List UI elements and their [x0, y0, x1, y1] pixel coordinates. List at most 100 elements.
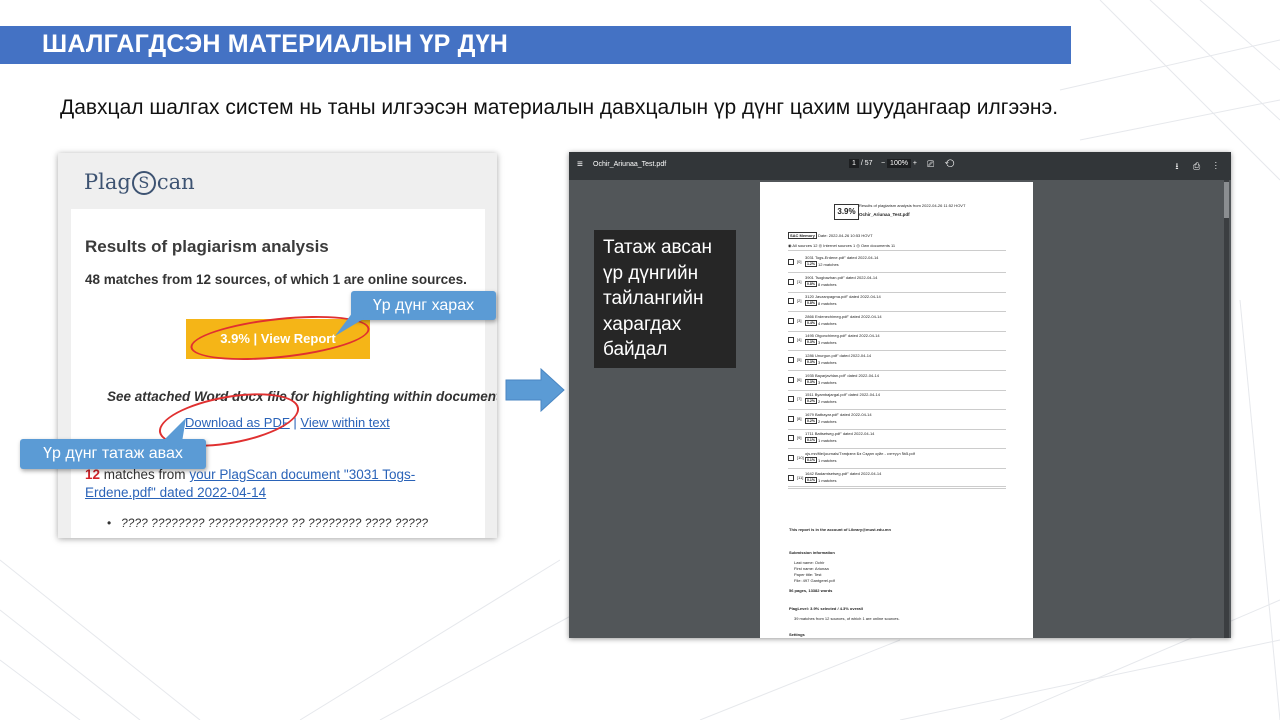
source-name: 1495 Otgonchimeg.pdf" dated 2022-04-14 — [805, 333, 880, 339]
source-match-count: 3 matches — [818, 360, 837, 365]
plag-detail: 39 matches from 12 sources, of which 1 a… — [794, 616, 900, 621]
account-line: This report is in the account of Library… — [789, 527, 891, 532]
source-percent: 0.2% — [805, 398, 817, 405]
source-checkbox[interactable] — [788, 415, 794, 422]
source-match-count: 1 matches — [818, 458, 837, 463]
source-percent: 1.2% — [805, 261, 817, 267]
matches-text: 12 matches from your PlagScan document "… — [85, 466, 475, 502]
email-card: Results of plagiarism analysis 48 matche… — [71, 209, 497, 538]
submission-heading: Submission information — [789, 550, 835, 555]
settings-heading: Settings — [789, 632, 805, 637]
separator — [788, 311, 1006, 313]
source-number: [11] — [797, 474, 804, 480]
source-number: [0] — [797, 259, 802, 264]
source-percent: 0.2% — [805, 417, 817, 424]
source-item[interactable]: [6] 1935 Bayarjavhlan.pdf" dated 2022-04-… — [788, 373, 1006, 391]
source-item[interactable]: [0] 3031 Togs-Erdene.pdf" dated 2022-04-1… — [788, 255, 1006, 273]
sources-filter-row: ◉ All sources 12 ◎ Internet sources 1 ◎ … — [788, 243, 896, 248]
source-checkbox[interactable] — [788, 396, 794, 403]
source-checkbox[interactable] — [788, 357, 794, 363]
matches-from: matches from — [100, 467, 190, 482]
separator — [788, 448, 1006, 450]
source-number: [4] — [797, 337, 802, 343]
source-checkbox[interactable] — [788, 474, 794, 481]
source-name: ojs.mn/file/journals/Тэнфэнэ Бэ Сэдэн зү… — [805, 451, 915, 456]
view-result-callout-pointer — [335, 312, 365, 336]
separator — [788, 487, 1006, 489]
source-checkbox[interactable] — [788, 317, 794, 324]
separator — [788, 389, 1006, 391]
source-checkbox[interactable] — [788, 337, 794, 344]
source-match-count: 2 matches — [818, 418, 837, 424]
submission-line: File: 497 Gantgerel.pdf — [794, 578, 835, 583]
view-result-callout: Үр дүнг харах — [351, 291, 496, 320]
source-item[interactable]: [3] 2866 Erdenechimeg.pdf" dated 2022-04-… — [788, 314, 1006, 332]
source-match-count: 4 matches — [818, 320, 837, 326]
zoom-level[interactable]: 100% — [887, 159, 911, 168]
separator — [788, 350, 1006, 352]
zoom-in-button[interactable]: + — [913, 160, 917, 167]
source-item[interactable]: [8] 1679 Batbayar.pdf" dated 2022-04-14 0.… — [788, 412, 1006, 430]
viewer-note-line: тайлангийн — [603, 288, 704, 309]
attached-note: See attached Word docx file for highligh… — [107, 389, 497, 404]
source-name: 3031 Togs-Erdene.pdf" dated 2022-04-14 — [805, 255, 879, 260]
logo-text-start: Plag — [84, 170, 131, 194]
page-total: / 57 — [860, 160, 873, 167]
separator — [788, 428, 1006, 430]
source-percent: 0.1% — [805, 476, 817, 483]
fit-rotate-icons[interactable]: ⎚ ⟲ — [927, 159, 958, 170]
source-item[interactable]: [1] 3901 Tsogbazhan.pdf" dated 2022-04-14… — [788, 275, 1006, 293]
page-subtitle: Давхцал шалгах систем нь таны илгээсэн м… — [60, 96, 1059, 119]
source-checkbox[interactable] — [788, 376, 794, 383]
logo-text-end: can — [156, 170, 195, 194]
source-item[interactable]: [10] ojs.mn/file/journals/Тэнфэнэ Бэ Сэдэ… — [788, 451, 1006, 469]
logo-magnifier-s: S — [131, 171, 156, 195]
download-result-callout-pointer — [162, 418, 186, 442]
submission-line: First name: Ariunaa — [794, 566, 829, 571]
source-checkbox[interactable] — [788, 455, 794, 461]
source-item[interactable]: [4] 1495 Otgonchimeg.pdf" dated 2022-04-1… — [788, 333, 1006, 351]
source-number: [7] — [797, 396, 802, 402]
source-item[interactable]: [5] 1286 Unurgun.pdf" dated 2022-04-14 0.3… — [788, 353, 1006, 371]
results-line: Results of plagiarism analysis from 2022… — [859, 203, 966, 208]
pdf-scroll-thumb[interactable] — [1224, 182, 1229, 218]
source-name: 1935 Bayarjavhlan.pdf" dated 2022-04-14 — [805, 372, 879, 378]
source-number: [5] — [797, 357, 802, 362]
menu-icon[interactable]: ≡ — [577, 159, 583, 170]
date-row: SAC Memory Date: 2022-04-26 10:53 HOVT — [788, 232, 873, 239]
separator — [788, 409, 1006, 411]
source-item[interactable]: [2] 3120 Javzanpagma.pdf" dated 2022-04-1… — [788, 294, 1006, 312]
source-item[interactable]: [7] 1511 Byambajargal.pdf" dated 2022-04-… — [788, 392, 1006, 410]
match-bullet: ???? ???????? ???????????? ?? ???????? ?… — [107, 516, 428, 530]
source-checkbox[interactable] — [788, 278, 794, 285]
pdf-page: 3.9% Results of plagiarism analysis from… — [760, 182, 1033, 638]
page-indicator: 1 / 57 — [849, 159, 873, 168]
source-checkbox[interactable] — [788, 298, 794, 305]
download-print-more-icons[interactable]: ⭳ ⎙ ⋮ — [1175, 159, 1223, 175]
source-match-count: 3 matches — [818, 379, 837, 385]
view-within-text-link[interactable]: View within text — [300, 415, 389, 430]
source-percent: 0.1% — [805, 457, 817, 463]
pages-words: 56 pages, 13382 words — [789, 588, 833, 593]
separator — [788, 370, 1006, 371]
source-checkbox[interactable] — [788, 259, 794, 265]
source-name: 1511 Byambajargal.pdf" dated 2022-04-14 — [805, 392, 880, 398]
source-percent: 0.1% — [805, 437, 817, 444]
viewer-note-line: байдал — [603, 339, 668, 360]
source-item[interactable]: [9] 1711 Battsetseg.pdf" dated 2022-04-14… — [788, 431, 1006, 449]
memory-tag: SAC Memory — [788, 232, 817, 239]
source-checkbox[interactable] — [788, 435, 794, 442]
right-arrow-icon — [505, 368, 565, 412]
matches-count: 12 — [85, 467, 101, 482]
source-percent: 0.8% — [805, 300, 817, 307]
source-name: 2866 Erdenechimeg.pdf" dated 2022-04-14 — [805, 313, 882, 319]
doc-name: Ochir_Ariunaa_Test.pdf — [859, 212, 910, 217]
pdf-scrollbar[interactable] — [1224, 180, 1229, 638]
results-summary: 48 matches from 12 sources, of which 1 a… — [85, 272, 467, 287]
source-match-count: 8 matches — [818, 301, 837, 307]
source-number: [10] — [797, 455, 804, 460]
download-result-callout: Үр дүнг татаж авах — [20, 439, 206, 469]
zoom-out-button[interactable]: − — [881, 160, 885, 167]
source-number: [1] — [797, 278, 802, 284]
page-number-input[interactable]: 1 — [849, 159, 859, 168]
